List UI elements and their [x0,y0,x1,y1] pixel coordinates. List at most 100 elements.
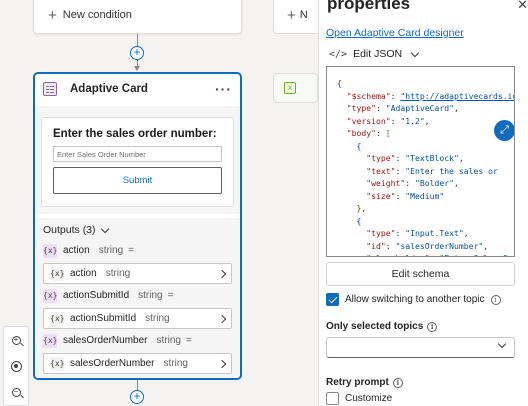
output-name: actionSubmitId [63,290,130,301]
more-options-button[interactable]: ··· [215,81,232,97]
output-variable: {x} action string = [43,240,232,261]
output-type: string [156,335,181,346]
json-line: "type": "AdaptiveCard", [346,103,459,113]
bound-variable-type: string [163,358,188,369]
variable-picker[interactable]: {x} salesOrderNumber string [43,353,232,374]
json-line: "placeholder": "Enter Sales Ord [337,252,514,256]
variable-icon: {x} [43,333,57,348]
info-icon[interactable]: i [490,294,501,305]
only-selected-topics-label-row: Only selected topics i [326,321,438,332]
json-line: "body": [ [346,128,391,138]
json-line: { [356,140,362,151]
node-title: Adaptive Card [70,83,148,95]
new-condition-label-secondary: N [299,9,308,21]
json-line: "$schema": "http://adaptivecards.io [346,90,515,101]
target-icon [10,360,22,372]
variable-icon: {x} [43,243,57,258]
zoom-in-button[interactable]: + [4,327,28,353]
adjacent-node[interactable]: x [273,73,318,103]
close-icon[interactable]: ✕ [517,0,528,13]
zoom-in-icon: + [11,335,21,345]
json-editor[interactable]: { "$schema": "http://adaptivecards.io "t… [326,66,515,257]
json-line: "type": "TextBlock", [366,153,464,163]
allow-switching-row[interactable]: Allow switching to another topic i [326,293,501,306]
condition-node-secondary[interactable]: + N [273,0,318,34]
retry-prompt-label-row: Retry prompt i [326,377,403,388]
arrow-down-icon [134,66,140,71]
bound-variable-type: string [145,313,170,324]
panel-title: properties [327,0,411,13]
chevron-right-icon [217,359,227,368]
json-code: { "$schema": "http://adaptivecards.io "t… [337,77,515,256]
preview-title: Enter the sales order number: [53,128,217,140]
variable-picker[interactable]: {x} action string [43,263,232,284]
zoom-out-icon: − [11,387,21,397]
output-type: string [98,245,124,256]
plus-icon: + [287,6,296,24]
bound-variable-type: string [105,268,131,279]
only-selected-topics-label: Only selected topics [326,321,424,332]
adaptive-card-icon [43,82,57,96]
new-condition-button[interactable]: + New condition [48,6,132,24]
json-line: { [337,78,342,88]
zoom-controls: + − [3,326,29,406]
edit-json-toggle[interactable]: </> Edit JSON [329,48,420,60]
edit-json-label: Edit JSON [353,48,403,60]
variable-picker[interactable]: {x} actionSubmitId string [43,308,232,329]
info-icon[interactable]: i [427,321,438,332]
add-node-button[interactable]: + [130,46,144,60]
condition-node[interactable]: + New condition [33,0,242,34]
chevron-down-icon [410,48,420,57]
chevron-right-icon [217,269,227,278]
json-line: "size": "Medium" [366,190,445,201]
json-line: "version": "1.2", [346,115,430,126]
customize-row[interactable]: Customize [326,392,392,405]
json-line: "text": "Enter the sales or [366,165,498,176]
output-name: salesOrderNumber [63,335,148,346]
chevron-down-icon [100,224,109,233]
authoring-canvas[interactable]: + New condition + N + Adaptive Card ··· … [0,0,318,406]
output-name: action [63,245,90,256]
outputs-title: Outputs (3) [43,224,96,236]
chevron-right-icon [217,314,227,323]
output-type: string [138,290,163,301]
card-preview-area: Enter the sales order number: Enter Sale… [35,106,240,214]
expand-icon[interactable]: ⤢ [494,120,514,141]
variable-icon: {x} [43,288,57,303]
zoom-out-button[interactable]: − [4,379,28,405]
edit-schema-button[interactable]: Edit schema [326,262,515,286]
output-variable: {x} actionSubmitId string = [43,285,232,306]
json-line: { [356,215,362,226]
equals-sign: = [128,245,134,256]
output-variable: {x} salesOrderNumber string = [43,330,232,351]
variable-icon: {x} [50,266,64,281]
preview-input: Enter Sales Order Number [53,146,222,162]
outputs-section: Outputs (3) {x} action string = {x} acti… [35,218,240,378]
adaptive-card-node[interactable]: Adaptive Card ··· Enter the sales order … [33,72,242,380]
properties-panel: properties ✕ Open Adaptive Card designer… [318,0,528,406]
variable-icon: {x} [50,311,64,326]
add-node-button[interactable]: + [130,390,144,404]
json-line: }, [356,203,367,213]
bound-variable-name: action [70,268,97,279]
plus-icon: + [48,6,57,24]
open-designer-link[interactable]: Open Adaptive Card designer [326,27,464,39]
equals-sign: = [167,290,174,301]
card-preview: Enter the sales order number: Enter Sale… [41,117,234,207]
json-line: "type": "Input.Text", [366,228,469,238]
info-icon[interactable]: i [392,377,403,388]
new-condition-button-secondary[interactable]: + N [287,6,308,24]
bound-variable-name: actionSubmitId [70,313,137,324]
customize-label: Customize [345,393,393,404]
selected-topics-dropdown[interactable] [326,337,515,358]
code-icon: </> [329,48,348,60]
outputs-toggle[interactable]: Outputs (3) [43,224,232,236]
fit-to-view-button[interactable] [4,353,28,379]
new-condition-label: New condition [62,9,132,21]
equals-sign: = [185,335,192,346]
chevron-down-icon [497,339,507,349]
json-line: "id": "salesOrderNumber", [366,240,489,251]
allow-switching-checkbox[interactable] [326,293,339,306]
json-line: "weight": "Bolder", [366,178,459,188]
customize-checkbox[interactable] [326,392,339,405]
